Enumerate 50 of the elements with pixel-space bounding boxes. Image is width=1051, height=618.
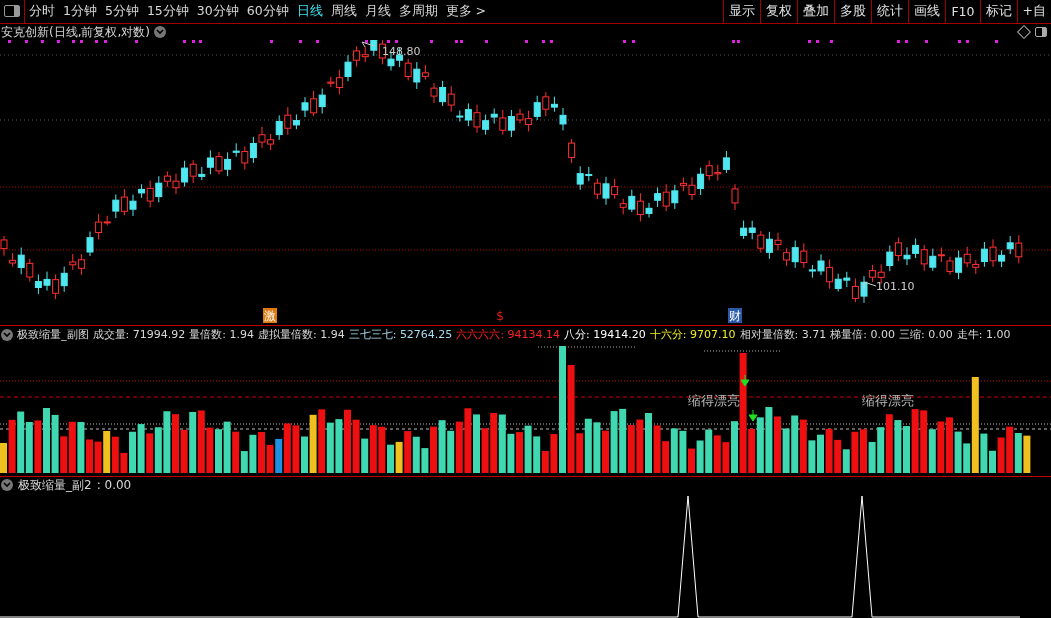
indicator-value: 量倍数: 1.94 — [189, 327, 254, 342]
toolbar-button[interactable]: 标记 — [979, 0, 1017, 23]
period-tab[interactable]: 1分钟 — [59, 0, 101, 23]
marker-label: $ — [496, 309, 504, 323]
indicator-value: 相对量倍数: 3.71 — [739, 327, 827, 342]
indicator-value: 走牛: 1.00 — [956, 327, 1011, 342]
period-tab[interactable]: 5分钟 — [100, 0, 143, 23]
marker-label: 激 — [264, 309, 276, 323]
marker-label: 财 — [729, 309, 741, 323]
period-tab[interactable]: 日线 — [292, 0, 327, 23]
toolbar-button[interactable]: 叠加 — [797, 0, 835, 23]
indicator-value: 三缩: 0.00 — [898, 327, 953, 342]
arrow-icon — [748, 409, 758, 422]
indicator-value: 三七三七: 52764.25 — [348, 327, 453, 342]
toolbar-button[interactable]: F10 — [945, 0, 980, 23]
panel-toggle-icon[interactable] — [1035, 27, 1047, 37]
indicator-value: 六六六六: 94134.14 — [456, 327, 561, 342]
indicator-name: 极致缩量_副2 — [18, 476, 92, 494]
toolbar-button[interactable]: 统计 — [871, 0, 909, 23]
indicator-value: 虚拟量倍数: 1.94 — [257, 327, 345, 342]
period-tab[interactable]: 30分钟 — [192, 0, 243, 23]
price-label: 101.10 — [876, 280, 915, 293]
period-tab[interactable]: 分时 — [25, 0, 59, 23]
dropdown-icon[interactable] — [154, 26, 166, 38]
arrow-icon — [740, 374, 750, 387]
leader-line — [361, 41, 375, 48]
dropdown-icon[interactable] — [1, 479, 13, 491]
period-tab[interactable]: 月线 — [360, 0, 395, 23]
toolbar-button[interactable]: 画线 — [908, 0, 946, 23]
indicator-value: 梯量倍: 0.00 — [830, 327, 895, 342]
toolbar-button[interactable]: 复权 — [760, 0, 798, 23]
annotation-label: 缩得漂亮 — [862, 393, 914, 408]
indicator-name: 极致缩量_副图 — [17, 327, 89, 342]
panel-toggle-icon[interactable] — [4, 5, 20, 17]
period-tab[interactable]: 多周期 — [394, 0, 442, 23]
more-button[interactable]: 更多 > — [441, 0, 491, 23]
indicator-value: 八分: 19414.20 — [564, 327, 646, 342]
toolbar-button[interactable]: 多股 — [834, 0, 872, 23]
dropdown-icon[interactable] — [1, 328, 13, 341]
annotation-label: 缩得漂亮 — [688, 393, 740, 408]
period-tab[interactable]: 15分钟 — [142, 0, 193, 23]
leader-line — [863, 281, 877, 290]
period-tab[interactable]: 周线 — [326, 0, 361, 23]
indicator-value: : 0.00 — [96, 478, 132, 492]
period-tab[interactable]: 60分钟 — [242, 0, 293, 23]
toolbar-button[interactable]: 显示 — [723, 0, 761, 23]
toolbar-button[interactable]: +自 — [1016, 0, 1051, 23]
indicator-value: 十六分: 9707.10 — [649, 327, 736, 342]
chart-title: 安克创新(日线,前复权,对数) — [1, 23, 150, 41]
indicator-value: 成交量: 71994.92 — [92, 327, 186, 342]
